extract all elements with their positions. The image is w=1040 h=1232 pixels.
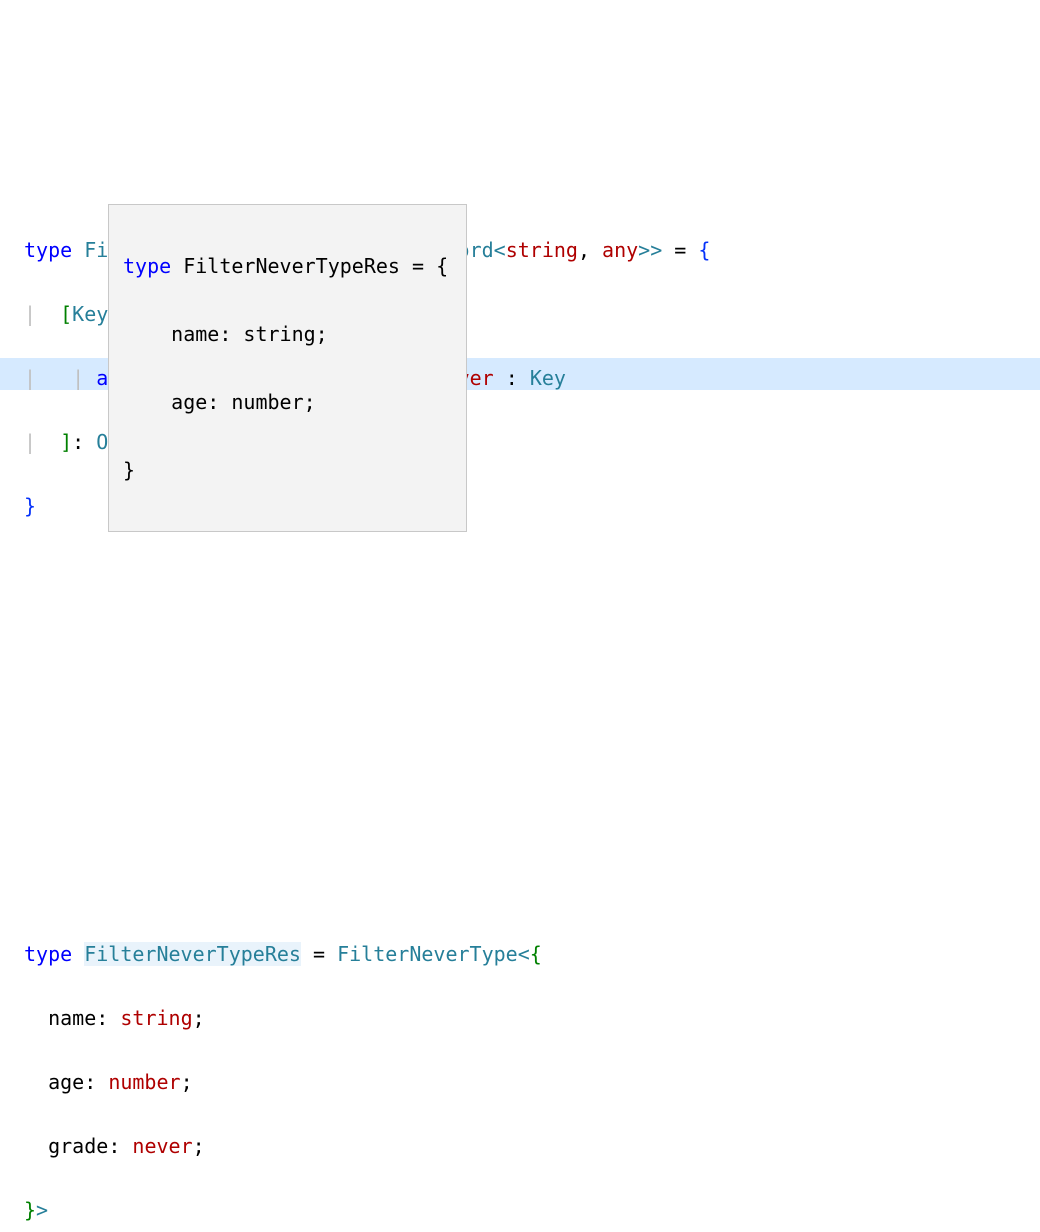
code-line[interactable]: name: string;	[24, 1002, 1040, 1034]
type-identifier[interactable]: FilterNeverTypeRes	[84, 942, 301, 966]
code-line[interactable]: }>	[24, 1194, 1040, 1226]
indent-guide: |	[24, 302, 60, 326]
code-line[interactable]	[24, 746, 1040, 778]
code-line[interactable]: age: number;	[24, 1066, 1040, 1098]
code-line[interactable]: grade: never;	[24, 1130, 1040, 1162]
indent-guide: | |	[24, 366, 96, 390]
keyword-type: type	[24, 942, 72, 966]
code-line[interactable]	[24, 682, 1040, 714]
code-line[interactable]	[24, 874, 1040, 906]
code-line[interactable]: type FilterNeverTypeRes = FilterNeverTyp…	[24, 938, 1040, 970]
keyword-type: type	[24, 238, 72, 262]
indent-guide: |	[24, 430, 60, 454]
hover-tooltip: type FilterNeverTypeRes = { name: string…	[108, 204, 467, 532]
code-line[interactable]	[24, 810, 1040, 842]
code-line[interactable]	[24, 618, 1040, 650]
code-line[interactable]	[24, 554, 1040, 586]
